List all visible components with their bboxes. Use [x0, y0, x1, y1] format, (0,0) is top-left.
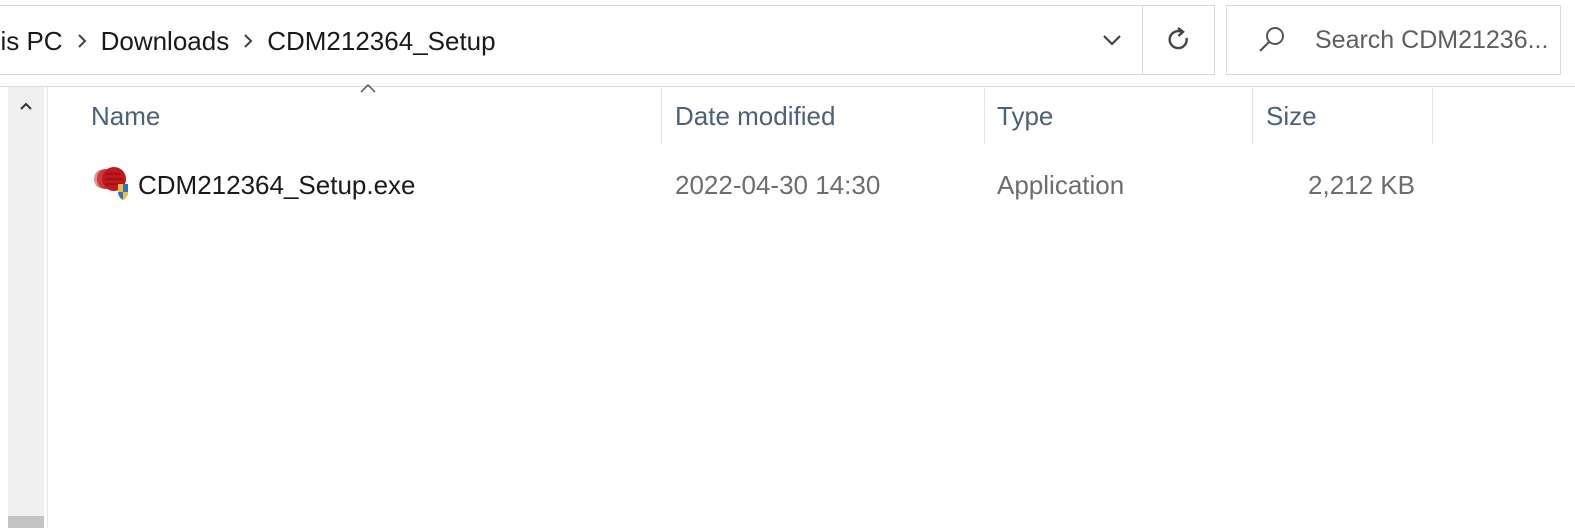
breadcrumb-downloads[interactable]: Downloads	[99, 26, 232, 57]
navigation-bar: his PC Downloads CDM212364_Setup	[0, 0, 1575, 87]
column-header-date-modified[interactable]: Date modified	[662, 87, 984, 145]
breadcrumb-chevron-icon[interactable]	[65, 6, 99, 76]
column-header-name[interactable]: Name	[78, 87, 661, 145]
address-history-dropdown[interactable]	[1084, 6, 1140, 74]
file-type: Application	[997, 169, 1125, 200]
sort-ascending-icon	[360, 83, 376, 93]
search-box[interactable]	[1226, 5, 1561, 75]
search-input[interactable]	[1315, 25, 1555, 55]
column-header-date-label: Date modified	[675, 100, 836, 131]
column-header-name-label: Name	[91, 100, 161, 131]
file-size: 2,212 KB	[1308, 169, 1415, 200]
scrollbar-thumb[interactable]	[8, 516, 44, 528]
column-divider[interactable]	[1432, 88, 1433, 144]
breadcrumb-this-pc[interactable]: his PC	[0, 26, 65, 57]
file-name: CDM212364_Setup.exe	[138, 169, 416, 200]
breadcrumb: his PC Downloads CDM212364_Setup	[0, 6, 498, 76]
search-icon	[1227, 6, 1315, 74]
chevron-up-icon	[20, 102, 32, 110]
column-header-size-label: Size	[1266, 100, 1317, 131]
refresh-icon	[1167, 27, 1188, 50]
breadcrumb-chevron-icon[interactable]	[231, 6, 265, 76]
pane-divider[interactable]	[47, 87, 48, 528]
column-header-size[interactable]: Size	[1253, 87, 1432, 145]
scroll-up-button[interactable]	[8, 88, 44, 124]
file-date-modified: 2022-04-30 14:30	[675, 169, 881, 200]
breadcrumb-current-folder[interactable]: CDM212364_Setup	[265, 26, 497, 57]
file-explorer-window: his PC Downloads CDM212364_Setup	[0, 0, 1575, 528]
installer-exe-icon	[94, 167, 128, 200]
chevron-down-icon	[1103, 35, 1121, 46]
refresh-button[interactable]	[1142, 5, 1215, 75]
column-header-type-label: Type	[997, 100, 1054, 131]
column-header-type[interactable]: Type	[985, 87, 1252, 145]
file-row[interactable]: CDM212364_Setup.exe 2022-04-30 14:30 App…	[78, 155, 1438, 215]
navigation-pane-scrollbar[interactable]	[8, 87, 44, 528]
address-bar[interactable]: his PC Downloads CDM212364_Setup	[0, 5, 1143, 75]
